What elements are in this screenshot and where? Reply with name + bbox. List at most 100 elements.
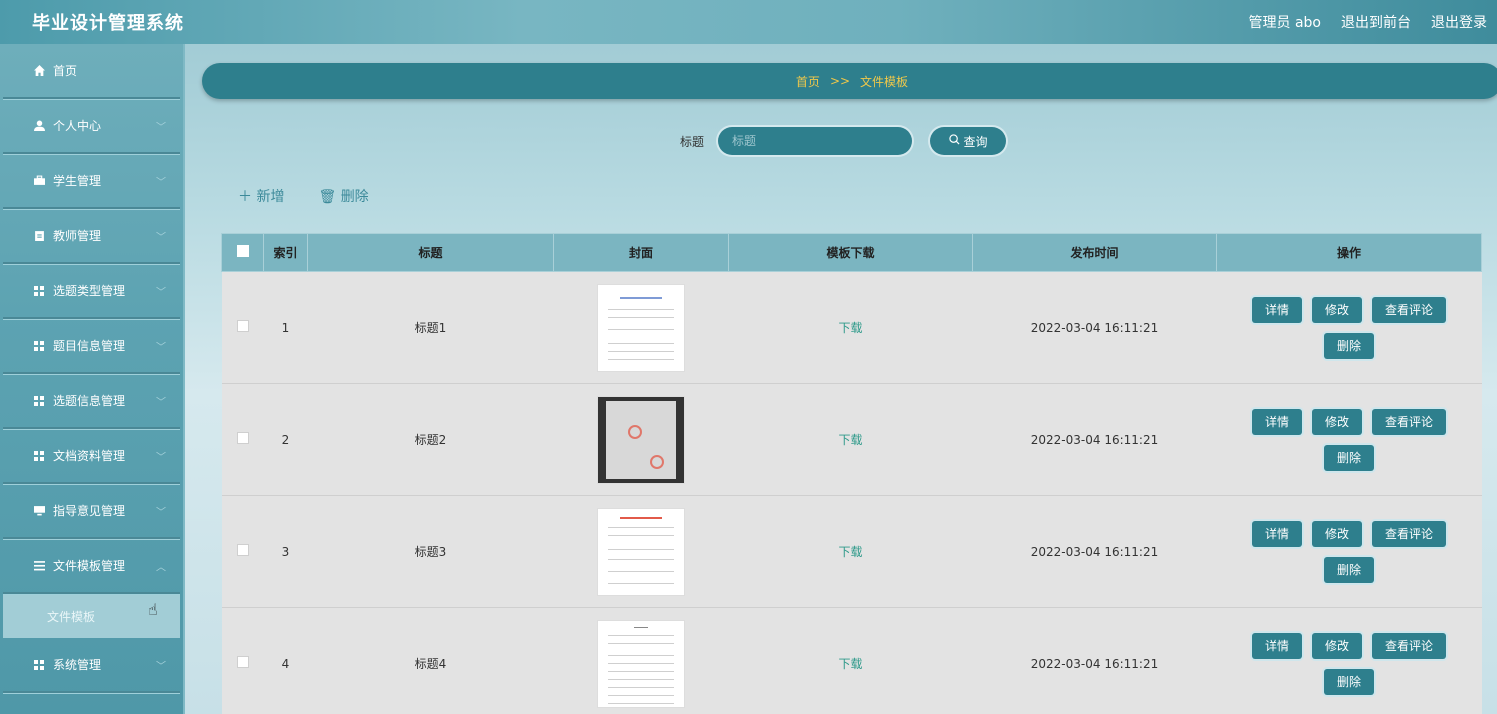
row-delete-button[interactable]: 删除 [1323,332,1374,359]
sidebar-item-home[interactable]: 首页 [3,44,180,99]
detail-button[interactable]: 详情 [1251,296,1302,323]
row-checkbox[interactable] [236,320,249,332]
grid-icon [33,285,45,297]
chevron-down-icon: ﹀ [156,661,166,672]
row-title: 标题2 [307,383,554,496]
chevron-down-icon: ﹀ [156,122,166,133]
cover-thumbnail[interactable] [597,507,685,596]
breadcrumb-current: 文件模板 [860,74,909,89]
breadcrumb-home[interactable]: 首页 [796,73,820,90]
select-all-checkbox[interactable] [236,245,249,257]
add-label: 新增 [256,189,285,205]
detail-button[interactable]: 详情 [1251,632,1302,659]
sidebar-item-guidance[interactable]: 指导意见管理 ﹀ [3,484,180,539]
briefcase-icon [33,175,45,187]
row-time: 2022-03-04 16:11:21 [972,607,1217,714]
sidebar-item-label: 选题类型管理 [53,284,126,298]
select-all-cell [221,233,264,272]
view-comments-button[interactable]: 查看评论 [1372,408,1447,435]
delete-button[interactable]: 🗑 删除 [318,186,368,206]
search-button-label: 查询 [963,134,988,149]
cover-thumbnail[interactable] [597,283,685,372]
search-icon [948,134,960,148]
sidebar-item-documents[interactable]: 文档资料管理 ﹀ [3,429,180,484]
cover-thumbnail[interactable] [597,619,685,708]
view-comments-button[interactable]: 查看评论 [1372,520,1447,547]
chevron-down-icon: ﹀ [156,232,166,243]
sidebar-item-students[interactable]: 学生管理 ﹀ [3,154,180,209]
row-delete-button[interactable]: 删除 [1323,556,1374,583]
sidebar-item-label: 选题信息管理 [53,394,126,408]
sidebar-item-system[interactable]: 系统管理 ﹀ [3,638,180,693]
exit-front-link[interactable]: 退出到前台 [1341,12,1411,32]
table-row: 4 标题4 下载 2022-03-04 16:11:21 详情 修改 查看评论 … [221,607,1482,714]
table-row: 3 标题3 下载 2022-03-04 16:11:21 详情 修改 查看评论 … [221,495,1482,608]
top-bar: 毕业设计管理系统 管理员 abo 退出到前台 退出登录 [0,0,1497,44]
grid-icon [33,340,45,352]
grid-icon [33,395,45,407]
list-icon [33,560,45,572]
row-index: 1 [263,271,308,384]
row-time: 2022-03-04 16:11:21 [972,383,1217,496]
row-title: 标题1 [307,271,554,384]
row-checkbox[interactable] [236,432,249,444]
sidebar-item-label: 文档资料管理 [53,449,126,463]
download-link[interactable]: 下载 [838,545,862,559]
detail-button[interactable]: 详情 [1251,408,1302,435]
chevron-up-icon: ︿ [156,562,166,573]
sidebar-item-label: 文件模板管理 [53,559,126,573]
row-time: 2022-03-04 16:11:21 [972,495,1217,608]
view-comments-button[interactable]: 查看评论 [1372,296,1447,323]
grid-icon [33,659,45,671]
row-index: 3 [263,495,308,608]
delete-label: 删除 [340,189,369,205]
detail-button[interactable]: 详情 [1251,520,1302,547]
edit-button[interactable]: 修改 [1311,408,1362,435]
clipboard-icon [33,230,45,242]
row-title: 标题3 [307,495,554,608]
sidebar-item-teachers[interactable]: 教师管理 ﹀ [3,209,180,264]
column-header: 发布时间 [972,233,1217,272]
search-button[interactable]: 查询 [930,127,1007,155]
breadcrumb-separator: >> [829,74,851,88]
plus-icon: ＋ [238,189,252,205]
column-header: 操作 [1216,233,1482,272]
search-input[interactable] [718,127,913,155]
sidebar-item-selection-info[interactable]: 选题信息管理 ﹀ [3,374,180,429]
sidebar-item-label: 个人中心 [53,119,102,133]
person-icon [33,120,45,132]
row-time: 2022-03-04 16:11:21 [972,271,1217,384]
row-delete-button[interactable]: 删除 [1323,668,1374,695]
monitor-icon [33,505,45,517]
sidebar-item-templates[interactable]: 文件模板管理 ︿ [3,539,180,594]
view-comments-button[interactable]: 查看评论 [1372,632,1447,659]
row-checkbox[interactable] [236,656,249,668]
edit-button[interactable]: 修改 [1311,296,1362,323]
sidebar-item-label: 题目信息管理 [53,339,126,353]
top-right-links: 管理员 abo 退出到前台 退出登录 [1249,12,1487,32]
download-link[interactable]: 下载 [838,657,862,671]
sidebar-item-topic-info[interactable]: 题目信息管理 ﹀ [3,319,180,374]
sidebar-item-label: 首页 [53,64,78,78]
sidebar-item-label: 系统管理 [53,658,102,672]
download-link[interactable]: 下载 [838,433,862,447]
column-header: 索引 [263,233,308,272]
table-row: 1 标题1 下载 2022-03-04 16:11:21 详情 修改 查看评论 … [221,271,1482,384]
home-icon [33,65,45,77]
edit-button[interactable]: 修改 [1311,520,1362,547]
row-delete-button[interactable]: 删除 [1323,444,1374,471]
search-row: 标题 查询 [680,127,1007,155]
logout-link[interactable]: 退出登录 [1431,12,1487,32]
download-link[interactable]: 下载 [838,321,862,335]
row-checkbox[interactable] [236,544,249,556]
sidebar-item-personal[interactable]: 个人中心 ﹀ [3,99,180,154]
add-button[interactable]: ＋ 新增 [238,186,284,206]
row-index: 2 [263,383,308,496]
sidebar-item-topic-types[interactable]: 选题类型管理 ﹀ [3,264,180,319]
search-label: 标题 [680,134,705,149]
edit-button[interactable]: 修改 [1311,632,1362,659]
row-index: 4 [263,607,308,714]
chevron-down-icon: ﹀ [156,507,166,518]
grid-icon [33,450,45,462]
cover-thumbnail[interactable] [597,395,685,484]
